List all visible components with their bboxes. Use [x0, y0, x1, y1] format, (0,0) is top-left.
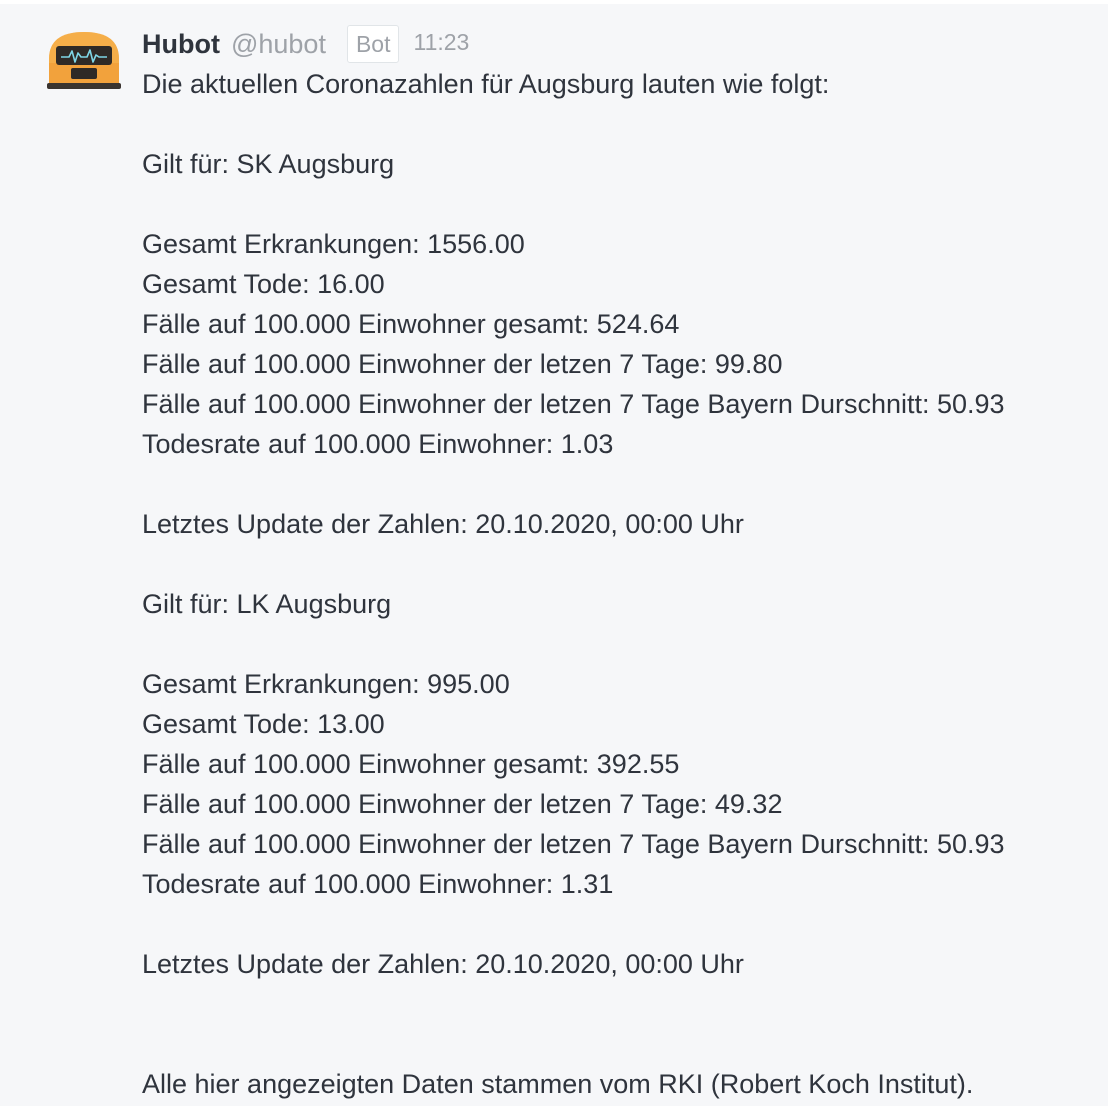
stat-line: Gesamt Tode: 16.00	[142, 269, 385, 299]
bot-badge: Bot	[346, 25, 400, 63]
stat-line: Fälle auf 100.000 Einwohner der letzen 7…	[142, 389, 1005, 419]
last-update-lk: Letztes Update der Zahlen: 20.10.2020, 0…	[142, 949, 744, 979]
stat-line: Fälle auf 100.000 Einwohner gesamt: 524.…	[142, 309, 680, 339]
section-title-lk: Gilt für: LK Augsburg	[142, 589, 392, 619]
robot-avatar-icon[interactable]	[47, 29, 121, 91]
stat-line: Gesamt Tode: 13.00	[142, 709, 385, 739]
stat-line: Todesrate auf 100.000 Einwohner: 1.31	[142, 869, 614, 899]
stat-line: Todesrate auf 100.000 Einwohner: 1.03	[142, 429, 614, 459]
stat-line: Gesamt Erkrankungen: 995.00	[142, 669, 510, 699]
intro-text: Die aktuellen Coronazahlen für Augsburg …	[142, 69, 830, 99]
stat-line: Gesamt Erkrankungen: 1556.00	[142, 229, 525, 259]
section-title-sk: Gilt für: SK Augsburg	[142, 149, 395, 179]
message-header: Hubot @hubot Bot 11:23	[142, 24, 469, 64]
message-timestamp: 11:23	[413, 28, 470, 55]
message-body: Die aktuellen Coronazahlen für Augsburg …	[142, 64, 1092, 1104]
author-handle[interactable]: @hubot	[231, 29, 326, 60]
author-name[interactable]: Hubot	[142, 29, 220, 60]
chat-message: Hubot @hubot Bot 11:23 Die aktuellen Cor…	[0, 4, 1108, 1106]
stat-line: Fälle auf 100.000 Einwohner der letzen 7…	[142, 789, 783, 819]
last-update-sk: Letztes Update der Zahlen: 20.10.2020, 0…	[142, 509, 744, 539]
stat-line: Fälle auf 100.000 Einwohner gesamt: 392.…	[142, 749, 680, 779]
stat-line: Fälle auf 100.000 Einwohner der letzen 7…	[142, 349, 783, 379]
source-footer: Alle hier angezeigten Daten stammen vom …	[142, 1069, 974, 1099]
stat-line: Fälle auf 100.000 Einwohner der letzen 7…	[142, 829, 1005, 859]
